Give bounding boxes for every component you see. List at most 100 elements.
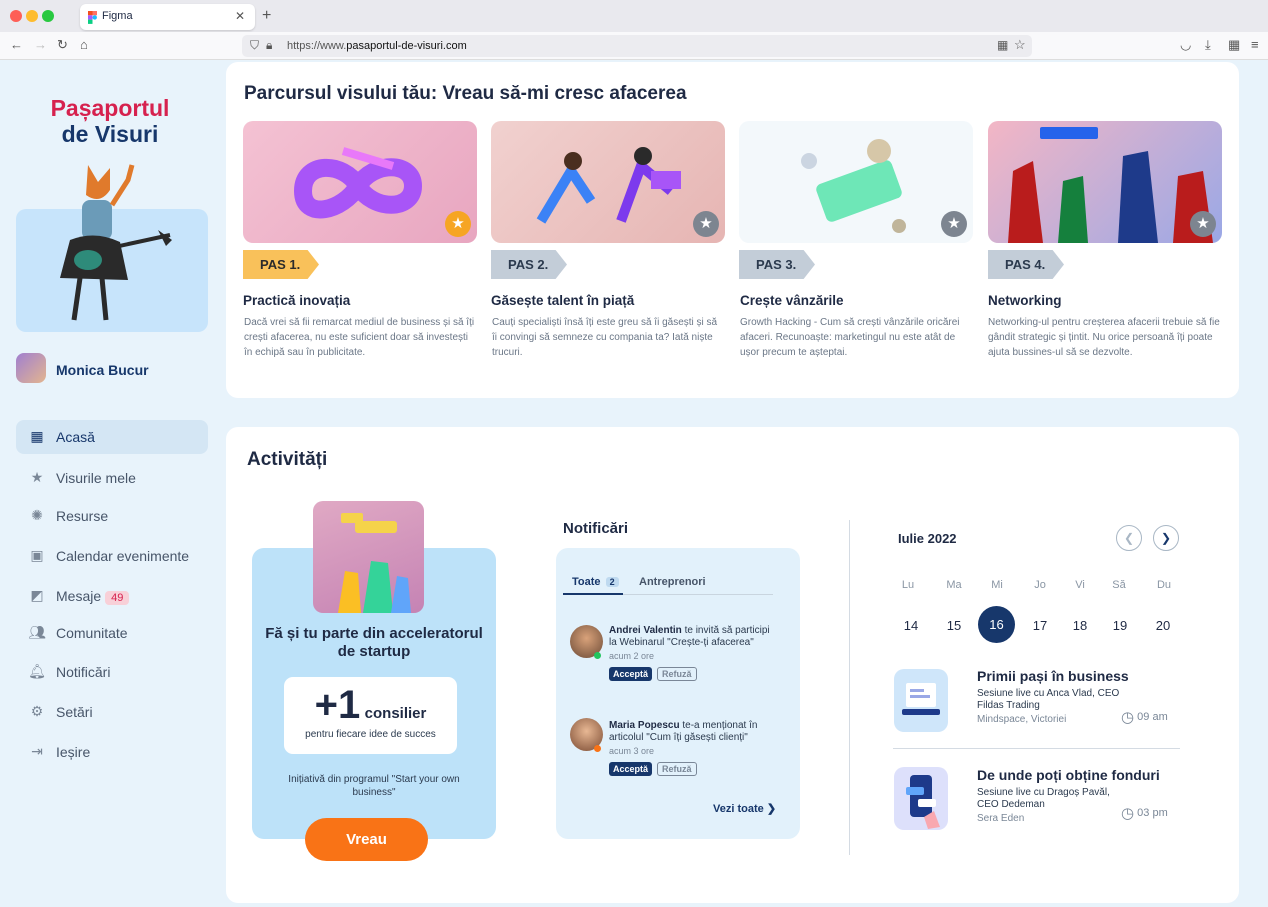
- online-status-dot: [594, 652, 601, 659]
- lock-icon: 🔒︎: [266, 38, 273, 52]
- calendar-day-selected[interactable]: 16: [978, 606, 1015, 643]
- user-avatar[interactable]: [16, 353, 46, 383]
- chevron-right-icon: ❯: [766, 803, 777, 815]
- notification-text: Maria Popescu te-a menționat în articolu…: [609, 720, 779, 744]
- section-divider: [849, 520, 850, 855]
- tab-toate-label: Toate: [572, 576, 601, 588]
- event-title[interactable]: De unde poți obține fonduri: [977, 767, 1160, 783]
- sidebar-item-setari[interactable]: ⚙ Setări: [16, 695, 208, 729]
- minimize-window-icon[interactable]: [26, 10, 38, 22]
- event-location: Sera Eden: [977, 813, 1025, 824]
- notification-author[interactable]: Andrei Valentin: [609, 625, 682, 636]
- sidebar-item-calendar[interactable]: ▣ Calendar evenimente: [16, 539, 208, 573]
- star-badge-icon[interactable]: ★: [941, 211, 967, 237]
- sidebar-item-label: Mesaje: [56, 588, 102, 604]
- logo-line-2: de Visuri: [61, 121, 159, 147]
- step-1-title[interactable]: Practică inovația: [243, 293, 350, 308]
- teamwork-image: [313, 501, 424, 613]
- star-badge-icon[interactable]: ★: [1190, 211, 1216, 237]
- close-tab-icon[interactable]: ✕: [235, 9, 245, 23]
- menu-icon[interactable]: ≡: [1251, 37, 1259, 52]
- calendar-day[interactable]: 19: [1105, 618, 1135, 633]
- step-3-title[interactable]: Crește vânzările: [740, 293, 844, 308]
- event-location: Mindspace, Victoriei: [977, 714, 1067, 725]
- calendar-icon: ▣: [30, 547, 44, 563]
- pocket-icon[interactable]: ◡: [1180, 37, 1191, 53]
- weekday-label: Du: [1156, 579, 1172, 591]
- step-3-pas: PAS 3.: [739, 250, 815, 279]
- tab-toate[interactable]: Toate 2: [572, 576, 619, 588]
- weekday-label: Lu: [901, 579, 915, 591]
- new-tab-icon[interactable]: +: [262, 7, 271, 25]
- step-1-image[interactable]: ★: [243, 121, 477, 243]
- calendar-day[interactable]: 20: [1148, 618, 1178, 633]
- step-2-image[interactable]: ★: [491, 121, 725, 243]
- browser-tab[interactable]: Figma ✕: [80, 4, 255, 30]
- download-icon[interactable]: ⤓: [1205, 37, 1211, 53]
- see-all-link[interactable]: Vezi toate ❯: [713, 802, 776, 815]
- step-4-image[interactable]: ★: [988, 121, 1222, 243]
- accelerator-title: Fă și tu parte din acceleratorul de star…: [265, 625, 483, 660]
- event-subtitle: Sesiune live cu Dragoș Pavăl, CEO Dedema…: [977, 787, 1110, 810]
- accept-button[interactable]: Acceptă: [609, 762, 653, 776]
- tab-title: Figma: [102, 10, 133, 22]
- sidebar-item-label: Resurse: [56, 508, 109, 524]
- next-month-button[interactable]: ❯: [1153, 525, 1179, 551]
- weekday-label: Să: [1112, 579, 1126, 591]
- bulb-icon: ✺: [31, 507, 43, 523]
- sidebar-item-mesaje[interactable]: ◩ Mesaje 49: [16, 579, 208, 613]
- event-2-icon[interactable]: [894, 767, 948, 830]
- money-illustration: [801, 139, 906, 233]
- sidebar-item-label: Acasă: [56, 429, 95, 445]
- step-2-title[interactable]: Găsește talent în piață: [491, 293, 634, 308]
- notification-time: acum 3 ore: [609, 746, 655, 756]
- bookmark-star-icon[interactable]: ☆: [1014, 37, 1026, 53]
- sidebar-item-label: Visurile mele: [56, 470, 136, 486]
- superheroes-illustration: [1008, 127, 1213, 243]
- notification-author[interactable]: Maria Popescu: [609, 720, 680, 731]
- see-all-label: Vezi toate: [713, 803, 764, 815]
- forward-icon[interactable]: →: [34, 37, 47, 52]
- sidebar-item-acasa[interactable]: ▦ Acasă: [16, 420, 208, 454]
- back-icon[interactable]: ←: [10, 37, 23, 52]
- laptop-icon: [902, 683, 940, 715]
- sidebar-item-iesire[interactable]: ⇥ Ieșire: [16, 735, 208, 769]
- calendar-day[interactable]: 15: [939, 618, 969, 633]
- advisor-card: +1 consilier pentru fiecare idee de succ…: [284, 677, 457, 754]
- accept-button[interactable]: Acceptă: [609, 667, 653, 681]
- app-logo[interactable]: Pașaportul de Visuri: [20, 95, 200, 147]
- step-4-pas: PAS 4.: [988, 250, 1064, 279]
- step-4-title[interactable]: Networking: [988, 293, 1062, 308]
- event-title[interactable]: Primii pași în business: [977, 668, 1129, 684]
- calendar-day[interactable]: 18: [1065, 618, 1095, 633]
- extensions-icon[interactable]: ▦: [1228, 37, 1240, 53]
- prev-month-button[interactable]: ❮: [1116, 525, 1142, 551]
- star-badge-icon[interactable]: ★: [445, 211, 471, 237]
- home-icon[interactable]: ⌂: [80, 37, 88, 52]
- talent-illustration: [536, 147, 681, 224]
- sidebar-item-notificari[interactable]: 🔔︎ Notificări: [16, 655, 208, 689]
- browser-nav-bar: ← → ↻ ⌂ ⛉ 🔒︎ https://www.pasaportul-de-v…: [0, 32, 1268, 60]
- gear-icon: ⚙: [30, 703, 44, 719]
- url-bar[interactable]: ⛉ 🔒︎ https://www.pasaportul-de-visuri.co…: [242, 35, 1032, 57]
- sidebar-item-visurile-mele[interactable]: ★ Visurile mele: [16, 461, 208, 495]
- apps-icon[interactable]: ▦: [997, 38, 1008, 52]
- event-1-icon[interactable]: [894, 669, 948, 732]
- star-badge-icon[interactable]: ★: [693, 211, 719, 237]
- sidebar-item-comunitate[interactable]: 👥︎ Comunitate: [16, 616, 208, 650]
- step-2-pas: PAS 2.: [491, 250, 567, 279]
- calendar-day[interactable]: 17: [1025, 618, 1055, 633]
- vreau-button[interactable]: Vreau: [305, 818, 428, 861]
- logout-icon: ⇥: [31, 743, 43, 759]
- step-3-image[interactable]: ★: [739, 121, 973, 243]
- reload-icon[interactable]: ↻: [57, 37, 68, 53]
- user-name[interactable]: Monica Bucur: [56, 362, 149, 378]
- refuse-button[interactable]: Refuză: [657, 762, 697, 776]
- tab-antreprenori[interactable]: Antreprenori: [639, 576, 706, 588]
- calendar-day[interactable]: 14: [896, 618, 926, 633]
- sidebar-item-resurse[interactable]: ✺ Resurse: [16, 499, 208, 533]
- maximize-window-icon[interactable]: [42, 10, 54, 22]
- refuse-button[interactable]: Refuză: [657, 667, 697, 681]
- close-window-icon[interactable]: [10, 10, 22, 22]
- sidebar-item-label: Comunitate: [56, 625, 128, 641]
